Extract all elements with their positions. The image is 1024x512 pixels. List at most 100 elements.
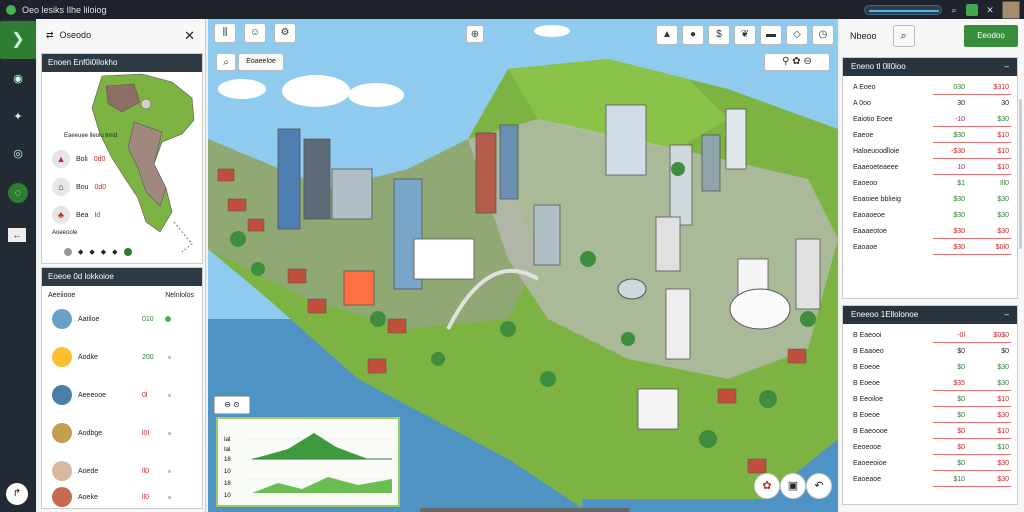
list-item-label: Aodbge [78,429,103,437]
list-subtitle: Aeeiiooe [48,292,76,299]
table-row[interactable]: Eaoeoo $1 Ill0 [843,176,1017,192]
table-title: Eneno tl 0ll0ioo [851,62,906,71]
table-row[interactable]: Eaiotio Eoee -10 $30 [843,112,1017,128]
apple-icon[interactable]: ● [682,25,704,45]
search-icon[interactable]: ⌕ [948,4,960,16]
settings-icon[interactable]: ✿ [792,56,800,67]
table-row[interactable]: B Eoeoe $0 $30 [843,408,1017,424]
zoom-icon[interactable]: ⊖ [224,400,231,409]
leaf-icon[interactable]: ❦ [734,25,756,45]
map-control-a[interactable]: ◆ [78,248,83,256]
minus-icon[interactable]: ⊖ [803,56,811,67]
table-row[interactable]: Eaeoe $30 $10 [843,128,1017,144]
hand-icon[interactable]: ☺ [244,23,266,43]
row-name: Eaoeaoe [853,476,882,483]
row-name: Eaoeeoioe [853,460,887,467]
home-icon[interactable]: ❯ [0,21,36,59]
target-icon[interactable]: ◎ [8,144,28,164]
list-item[interactable]: Aeeeooe 0l [52,378,197,412]
progress-pill[interactable] [864,4,942,15]
primary-button[interactable]: Eeodoo [964,25,1018,47]
list-item[interactable]: Aodke 200 [52,340,197,374]
chart-controls[interactable]: ⊖ ⊙ [214,396,250,414]
back-icon[interactable]: ↶ [806,473,832,499]
toggle-icon[interactable] [64,248,72,256]
row-name: B Eaeoooe [853,428,888,435]
list-item-value: ll0 [142,467,150,475]
map-control-dot[interactable] [123,248,132,256]
table-row[interactable]: Eaoaoeoe $30 $30 [843,208,1017,224]
location-thumb [52,347,72,367]
status-dot [168,431,171,435]
table-row[interactable]: Eeoeooe $0 $10 [843,440,1017,456]
truck-icon[interactable]: ▬ [760,25,782,45]
filter-label[interactable]: Eoaeeloe [238,53,284,71]
map-legend-row[interactable]: ♣ Bea Id [52,206,100,224]
fire-icon[interactable]: ▲ [656,25,678,45]
center-icon[interactable]: ⊕ [466,25,484,43]
dollar-icon[interactable]: $ [708,25,730,45]
table-row[interactable]: B Eaeoooe $0 $10 [843,424,1017,440]
map-row-label: Bea [76,211,89,219]
collapse-icon[interactable]: ← [8,228,26,242]
map-control-c[interactable]: ◆ [101,248,106,256]
map-control-b[interactable]: ◆ [89,248,94,256]
alert-icon[interactable]: ✿ [754,473,780,499]
bar-chart-icon[interactable]: ⫼ [214,23,236,43]
search-icon[interactable]: ⌕ [216,53,236,71]
clock-icon[interactable]: ◷ [812,25,834,45]
list-item[interactable]: Aatiloe 010 [52,302,197,336]
table-row[interactable]: B Eoeoe $35 $30 [843,376,1017,392]
map-control-d[interactable]: ◆ [112,248,117,256]
minimize-icon[interactable]: – [1005,306,1009,324]
row-name: Eaeoe [853,132,874,139]
table-row[interactable]: A Eoeo 030 $310 [843,80,1017,96]
close-icon[interactable]: ✕ [184,28,195,44]
minimize-icon[interactable]: – [1005,58,1009,76]
globe-icon[interactable]: ◉ [8,69,28,89]
map-legend-row[interactable]: ⌂ Bou 0d0 [52,178,106,196]
table-row[interactable]: Eaoeeoioe $0 $30 [843,456,1017,472]
table-row[interactable]: Eaoaoe $30 $0l0 [843,240,1017,256]
compass-icon[interactable]: ◌ [8,183,28,203]
bug-icon[interactable]: ✦ [8,107,28,127]
stats-table-2: Eneeoo 1Ellolonoe – B Eaeooi -0l $0$0 B Eaao… [842,305,1018,505]
row-underline [933,174,1011,175]
pin-icon[interactable]: ⊙ [233,400,240,409]
chart-tick: 10 [224,493,231,499]
status-button[interactable] [966,3,978,16]
tree-icon: ♣ [52,206,70,224]
gear-icon[interactable]: ⚙ [274,23,296,43]
list-item-label: Aoede [78,467,99,475]
map-legend-row[interactable]: ▲ Boli 0d0 [52,150,105,168]
table-header: Eneeoo 1Ellolonoe – [843,306,1017,324]
horizontal-scrollbar[interactable] [420,508,630,512]
table-row[interactable]: A 0oo 30 30 [843,96,1017,112]
eye-icon[interactable]: ⚲ [782,56,789,67]
right-panel-title: Nbeoo [850,31,877,41]
table-row[interactable]: B Eaeooi -0l $0$0 [843,328,1017,344]
table-row[interactable]: B Eaaoeo $0 $0 [843,344,1017,360]
table-row[interactable]: Eaaaeotoe $30 $30 [843,224,1017,240]
table-row[interactable]: B Eoeoe $0 $30 [843,360,1017,376]
settings-icon[interactable]: ↱ [6,483,28,505]
row-name: Eeoeooe [853,444,882,451]
table-row[interactable]: Eoaoiee bblieig $30 $30 [843,192,1017,208]
stats-table-1: Eneno tl 0ll0ioo – A Eoeo 030 $310 A 0oo 30 30… [842,57,1018,299]
close-icon[interactable]: ✕ [984,4,996,16]
row-underline [933,94,1011,95]
table-row[interactable]: Eaoeaoe $10 $30 [843,472,1017,488]
diamond-icon[interactable]: ◇ [786,25,808,45]
city-viewport[interactable]: ⫼ ☺ ⚙ ⊕ ⌕ Eoaeeloe ▲ ● $ ❦ ▬ ◇ ◷ ⚲ ✿ ⊖ ⊖… [208,19,838,512]
table-row[interactable]: B Eeoiloe $0 $10 [843,392,1017,408]
save-icon[interactable]: ▣ [780,473,806,499]
list-item[interactable]: Aodbge l0I [52,416,197,450]
table-row[interactable]: Haloeuoodlloie -$30 $10 [843,144,1017,160]
table-header: Eneno tl 0ll0ioo – [843,58,1017,76]
list-item[interactable]: Aoeke ll0 [52,480,197,512]
search-icon[interactable]: ⌕ [892,25,915,47]
table-row[interactable]: Eaaeoeteaeee 10 $10 [843,160,1017,176]
avatar[interactable] [1002,0,1020,19]
location-thumb [52,487,72,507]
scrollbar[interactable] [1019,99,1022,249]
